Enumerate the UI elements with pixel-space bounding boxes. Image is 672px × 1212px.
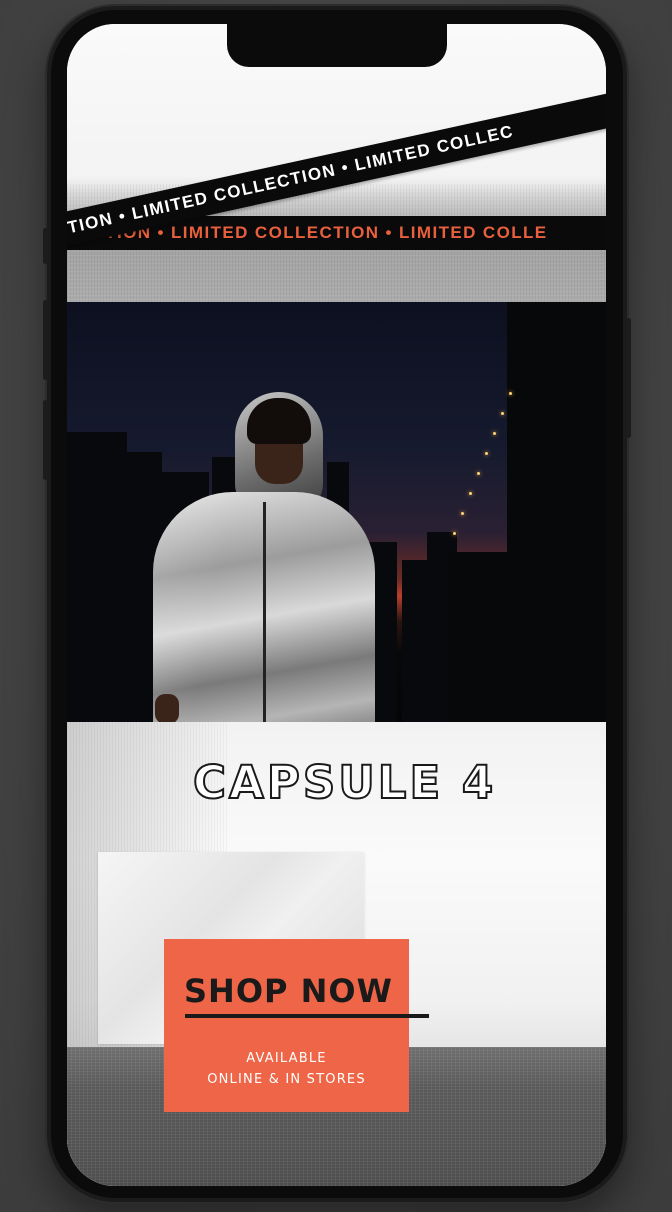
bridge-light <box>461 512 464 515</box>
bridge-deck <box>447 552 547 722</box>
promo-section: CAPSULE 4 SHOP NOW AVAILABLE ONLINE & IN… <box>67 722 606 1186</box>
bridge-light <box>485 452 488 455</box>
bridge-light <box>453 532 456 535</box>
bridge-light <box>477 472 480 475</box>
bridge-light <box>509 392 512 395</box>
shop-now-underline <box>185 1014 429 1018</box>
shop-now-button[interactable]: SHOP NOW <box>184 972 432 1010</box>
silent-switch <box>43 228 48 264</box>
collection-title: CAPSULE 4 <box>192 755 497 810</box>
bridge-light <box>493 432 496 435</box>
bridge-light <box>501 412 504 415</box>
volume-up-button <box>43 300 48 380</box>
model-hand <box>155 694 179 722</box>
hero-photo <box>67 302 606 722</box>
volume-down-button <box>43 400 48 480</box>
availability-text: AVAILABLE ONLINE & IN STORES <box>164 1048 409 1090</box>
skyline-building <box>67 432 127 722</box>
notch <box>227 24 447 67</box>
availability-line-1: AVAILABLE <box>246 1051 327 1066</box>
availability-line-2: ONLINE & IN STORES <box>207 1072 366 1087</box>
bridge-light <box>469 492 472 495</box>
power-button <box>626 318 631 438</box>
phone-screen: LECTION • LIMITED COLLECTION • LIMITED C… <box>67 24 606 1186</box>
jacket-zipper <box>263 502 266 722</box>
skyline-building <box>402 560 430 722</box>
